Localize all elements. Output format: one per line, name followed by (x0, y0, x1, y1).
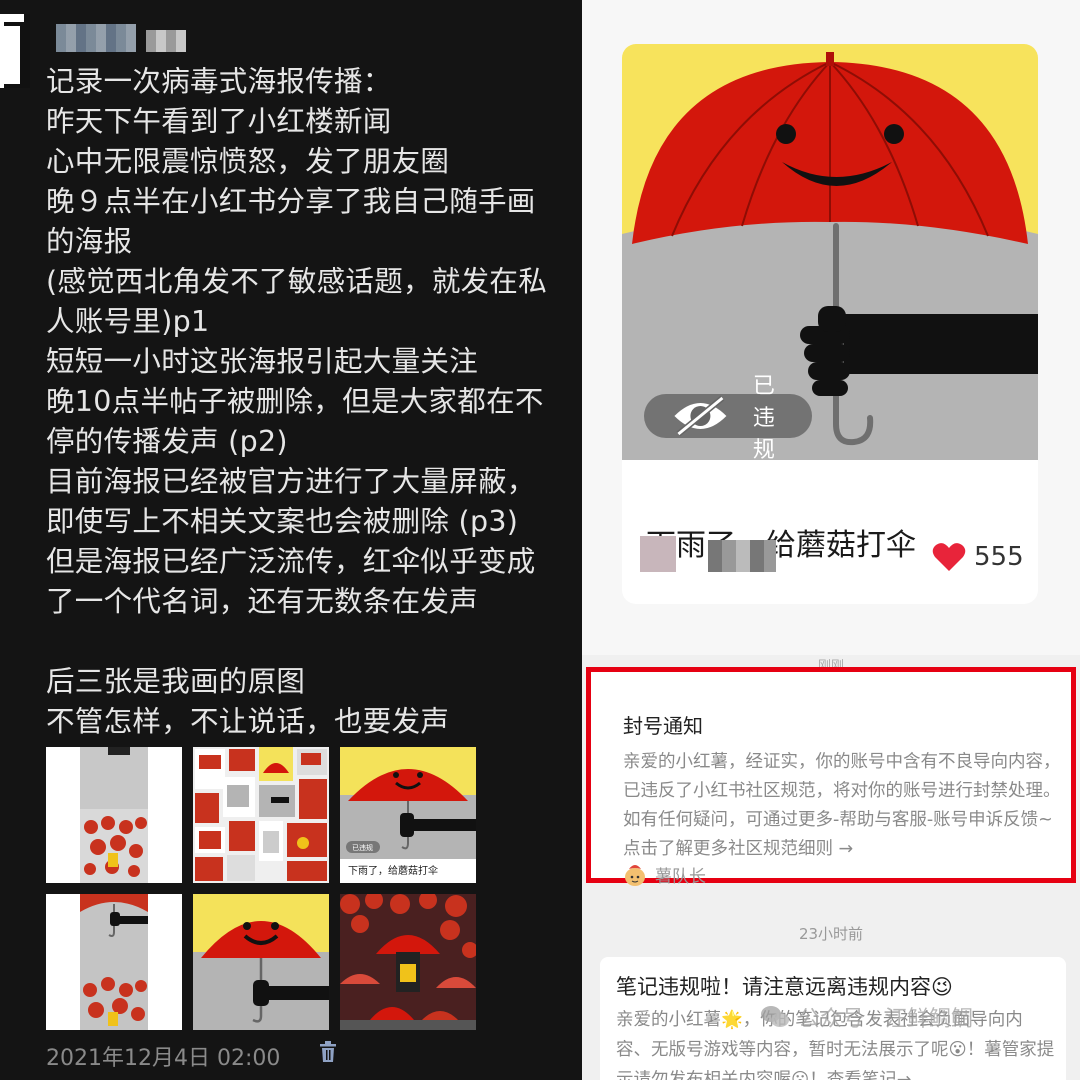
post-line: 即使写上不相关文案也会被删除 (p3) (46, 505, 519, 538)
post-line: 但是海报已经广泛流传，红伞似乎变成 (46, 545, 536, 578)
ban-notice-author: 薯队长 (623, 862, 706, 887)
image-thumb-5[interactable] (193, 894, 329, 1030)
post-line: 目前海报已经被官方进行了大量屏蔽， (46, 465, 536, 498)
thumb-title: 下雨了，给蘑菇打伞 (348, 864, 438, 877)
post-line: 的海报 (46, 225, 133, 258)
violation-badge-label: 已违规 (752, 374, 775, 463)
watermark-label: 公众号 · 汪鲜鲷鲷 (798, 1007, 973, 1032)
heart-icon[interactable] (932, 542, 966, 572)
card-title[interactable]: 下雨了，给蘑菇打伞 (646, 520, 916, 564)
post-line: 短短一小时这张海报引起大量关注 (46, 345, 479, 378)
poster-image[interactable]: 已违规 (622, 44, 1038, 463)
post-text: 记录一次病毒式海报传播： 昨天下午看到了小红楼新闻 心中无限震惊愤怒，发了朋友圈… (46, 62, 578, 742)
like-count[interactable]: 555 (932, 542, 1024, 572)
post-line (46, 622, 578, 662)
blurred-avatar (640, 536, 676, 572)
post-line: 昨天下午看到了小红楼新闻 (46, 105, 392, 138)
timestamp-23h: 23小时前 (798, 925, 864, 943)
post-line: 了一个代名词，还有无数条在发声 (46, 585, 479, 618)
image-thumb-4[interactable] (46, 894, 182, 1030)
post-line: 晚９点半在小红书分享了我自己随手画 (46, 185, 536, 218)
note-card-panel: 已违规 下雨了，给蘑菇打伞 555 (582, 0, 1080, 655)
post-line: 记录一次病毒式海报传播： (46, 65, 392, 98)
post-line: 后三张是我画的原图 (46, 665, 306, 698)
image-thumb-6[interactable] (340, 894, 476, 1030)
ban-notice-author-name: 薯队长 (655, 867, 706, 887)
thumb-badge: 已违规 (352, 843, 373, 852)
post-line: 不管怎样，不让说话，也要发声 (46, 705, 450, 738)
blurred-author-name (708, 540, 776, 572)
violation-notice-title: 笔记违规啦！请注意远离违规内容😉 (616, 975, 953, 999)
violation-badge: 已违规 (644, 374, 813, 463)
ban-notice-body[interactable]: 亲爱的小红薯，经证实，你的账号中含有不良导向内容，已违反了小红书社区规范，将对你… (623, 748, 1063, 864)
avatar[interactable] (0, 14, 30, 88)
eye-off-icon (674, 395, 727, 437)
like-count-label: 555 (974, 542, 1024, 572)
post-line: 晚10点半帖子被删除，但是大家都在不 (46, 385, 544, 418)
post-line: 人账号里)p1 (46, 305, 210, 338)
watermark: 公众号 · 汪鲜鲷鲷 (760, 1001, 973, 1033)
potato-avatar-icon (625, 864, 645, 886)
blurred-username (56, 24, 136, 52)
image-grid: 已违规 下雨了，给蘑菇打伞 (46, 747, 476, 1031)
trash-icon[interactable] (318, 1040, 338, 1064)
post-panel: 记录一次病毒式海报传播： 昨天下午看到了小红楼新闻 心中无限震惊愤怒，发了朋友圈… (0, 0, 582, 1080)
image-thumb-1[interactable] (46, 747, 182, 883)
post-line: (感觉西北角发不了敏感话题，就发在私 (46, 265, 548, 298)
image-thumb-2[interactable] (193, 747, 329, 883)
card-title-area: 下雨了，给蘑菇打伞 (622, 460, 1038, 604)
wechat-icon (761, 1006, 789, 1027)
post-timestamp: 2021年12月4日 02:00 (46, 1046, 281, 1071)
ban-notice-title: 封号通知 (623, 714, 703, 738)
note-card[interactable]: 已违规 下雨了，给蘑菇打伞 (622, 44, 1038, 604)
ban-notice[interactable]: 封号通知 亲爱的小红薯，经证实，你的账号中含有不良导向内容，已违反了小红书社区规… (586, 667, 1076, 887)
blurred-username-suffix (146, 30, 186, 52)
notifications-panel: 刚刚 封号通知 亲爱的小红薯，经证实，你的账号中含有不良导向内容，已违反了小红书… (582, 655, 1080, 1080)
post-line: 停的传播发声 (p2) (46, 425, 288, 458)
post-line: 心中无限震惊愤怒，发了朋友圈 (46, 145, 450, 178)
image-thumb-3[interactable]: 已违规 下雨了，给蘑菇打伞 (340, 747, 476, 883)
